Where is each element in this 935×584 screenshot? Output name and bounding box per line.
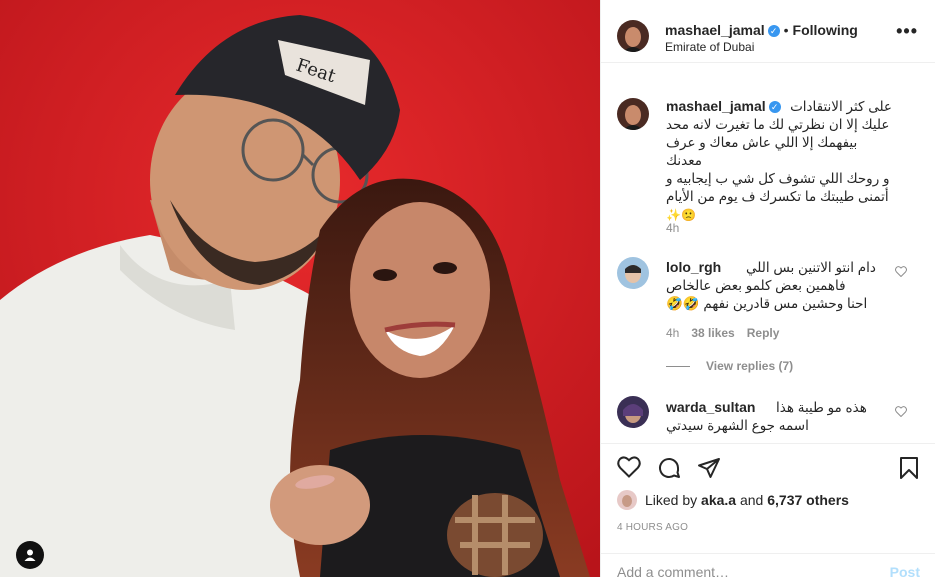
caption-line: عليك إلا ان نظرتي لك ما تغيرت لانه محد [666,117,890,132]
view-replies-button[interactable]: View replies (7) [666,359,793,373]
share-icon[interactable] [697,456,721,483]
liked-by-others[interactable]: 6,737 others [767,492,849,508]
liked-by-prefix: Liked by [645,492,698,508]
comment-line: فاهمين بعض كلمو بعض عالخاص [666,278,846,293]
comments-list[interactable]: mashael_jamal ✓ على كثر الانتقادات عليك إ… [601,62,935,442]
caption-line: أتمنى طيبتك ما تكسرك ف يوم من الأيام [666,189,889,204]
liker-avatar[interactable] [617,490,637,510]
comment-avatar[interactable] [617,396,649,428]
comment-meta: 4h 38 likes Reply [666,326,791,340]
comment-time[interactable]: 4h [666,326,679,340]
post-location[interactable]: Emirate of Dubai [665,40,754,54]
liked-by-and: and [739,492,764,508]
bookmark-icon[interactable] [899,456,919,483]
heart-icon[interactable] [617,456,641,481]
comment-reply-button[interactable]: Reply [747,326,780,340]
caption-time[interactable]: 4h [666,221,679,235]
caption-line: على كثر الانتقادات [790,99,892,114]
follow-status-button[interactable]: Following [793,22,858,38]
add-comment-bar: Add a comment… Post [601,553,935,584]
comment-icon[interactable] [657,456,681,483]
avatar[interactable] [617,20,649,52]
caption-text: على كثر الانتقادات عليك إلا ان نظرتي لك … [666,98,892,224]
comment-avatar[interactable] [617,257,649,289]
caption-avatar[interactable] [617,98,649,130]
comment-like-icon[interactable] [895,406,907,420]
action-bar [601,443,935,494]
post-header: mashael_jamal ✓ • Following Emirate of Duba… [601,0,935,63]
post-image: Feat [0,0,600,577]
liked-by-line: Liked by aka.a and 6,737 others [617,490,849,510]
comment-text: هذه مو طيبة هذا اسمه جوع الشهرة سيدتي [666,399,892,435]
comment-like-icon[interactable] [895,266,907,280]
comment-line: دام انتو الاتنين بس اللي [746,260,876,275]
comment-line: احنا وحشين مس قادرين نفهم 🤣🤣 [666,296,868,311]
more-options-icon[interactable]: ••• [896,22,918,40]
separator-dot: • [783,22,789,38]
caption-line: و روحك اللي تشوف كل شي ب إيجابيه و [666,171,890,186]
header-user-line: mashael_jamal ✓ • Following [665,22,858,38]
post-timestamp[interactable]: 4 HOURS AGO [617,522,688,533]
post-comment-button[interactable]: Post [890,564,920,580]
liked-by-user[interactable]: aka.a [701,492,736,508]
post-side-panel: mashael_jamal ✓ • Following Emirate of Duba… [600,0,935,580]
instagram-post-modal: Feat mashael_jamal ✓ • Following Emirate… [0,0,935,580]
post-username[interactable]: mashael_jamal [665,22,765,38]
comment-text: دام انتو الاتنين بس اللي فاهمين بعض كلمو… [666,259,892,313]
comment-line: اسمه جوع الشهرة سيدتي [666,418,809,433]
comment-line: هذه مو طيبة هذا [776,400,867,415]
comment-likes[interactable]: 38 likes [691,326,734,340]
caption-emojis: ✨🙁 [666,208,696,222]
post-photo[interactable]: Feat [0,0,600,577]
add-comment-input[interactable]: Add a comment… [617,564,729,580]
view-replies-label: View replies (7) [706,359,794,373]
divider [666,366,690,368]
verified-badge-icon: ✓ [767,25,780,37]
user-tag-icon[interactable] [16,541,44,569]
caption-line: بيفهمك إلا اللي عاش معاك و عرف معدنك [666,135,858,168]
